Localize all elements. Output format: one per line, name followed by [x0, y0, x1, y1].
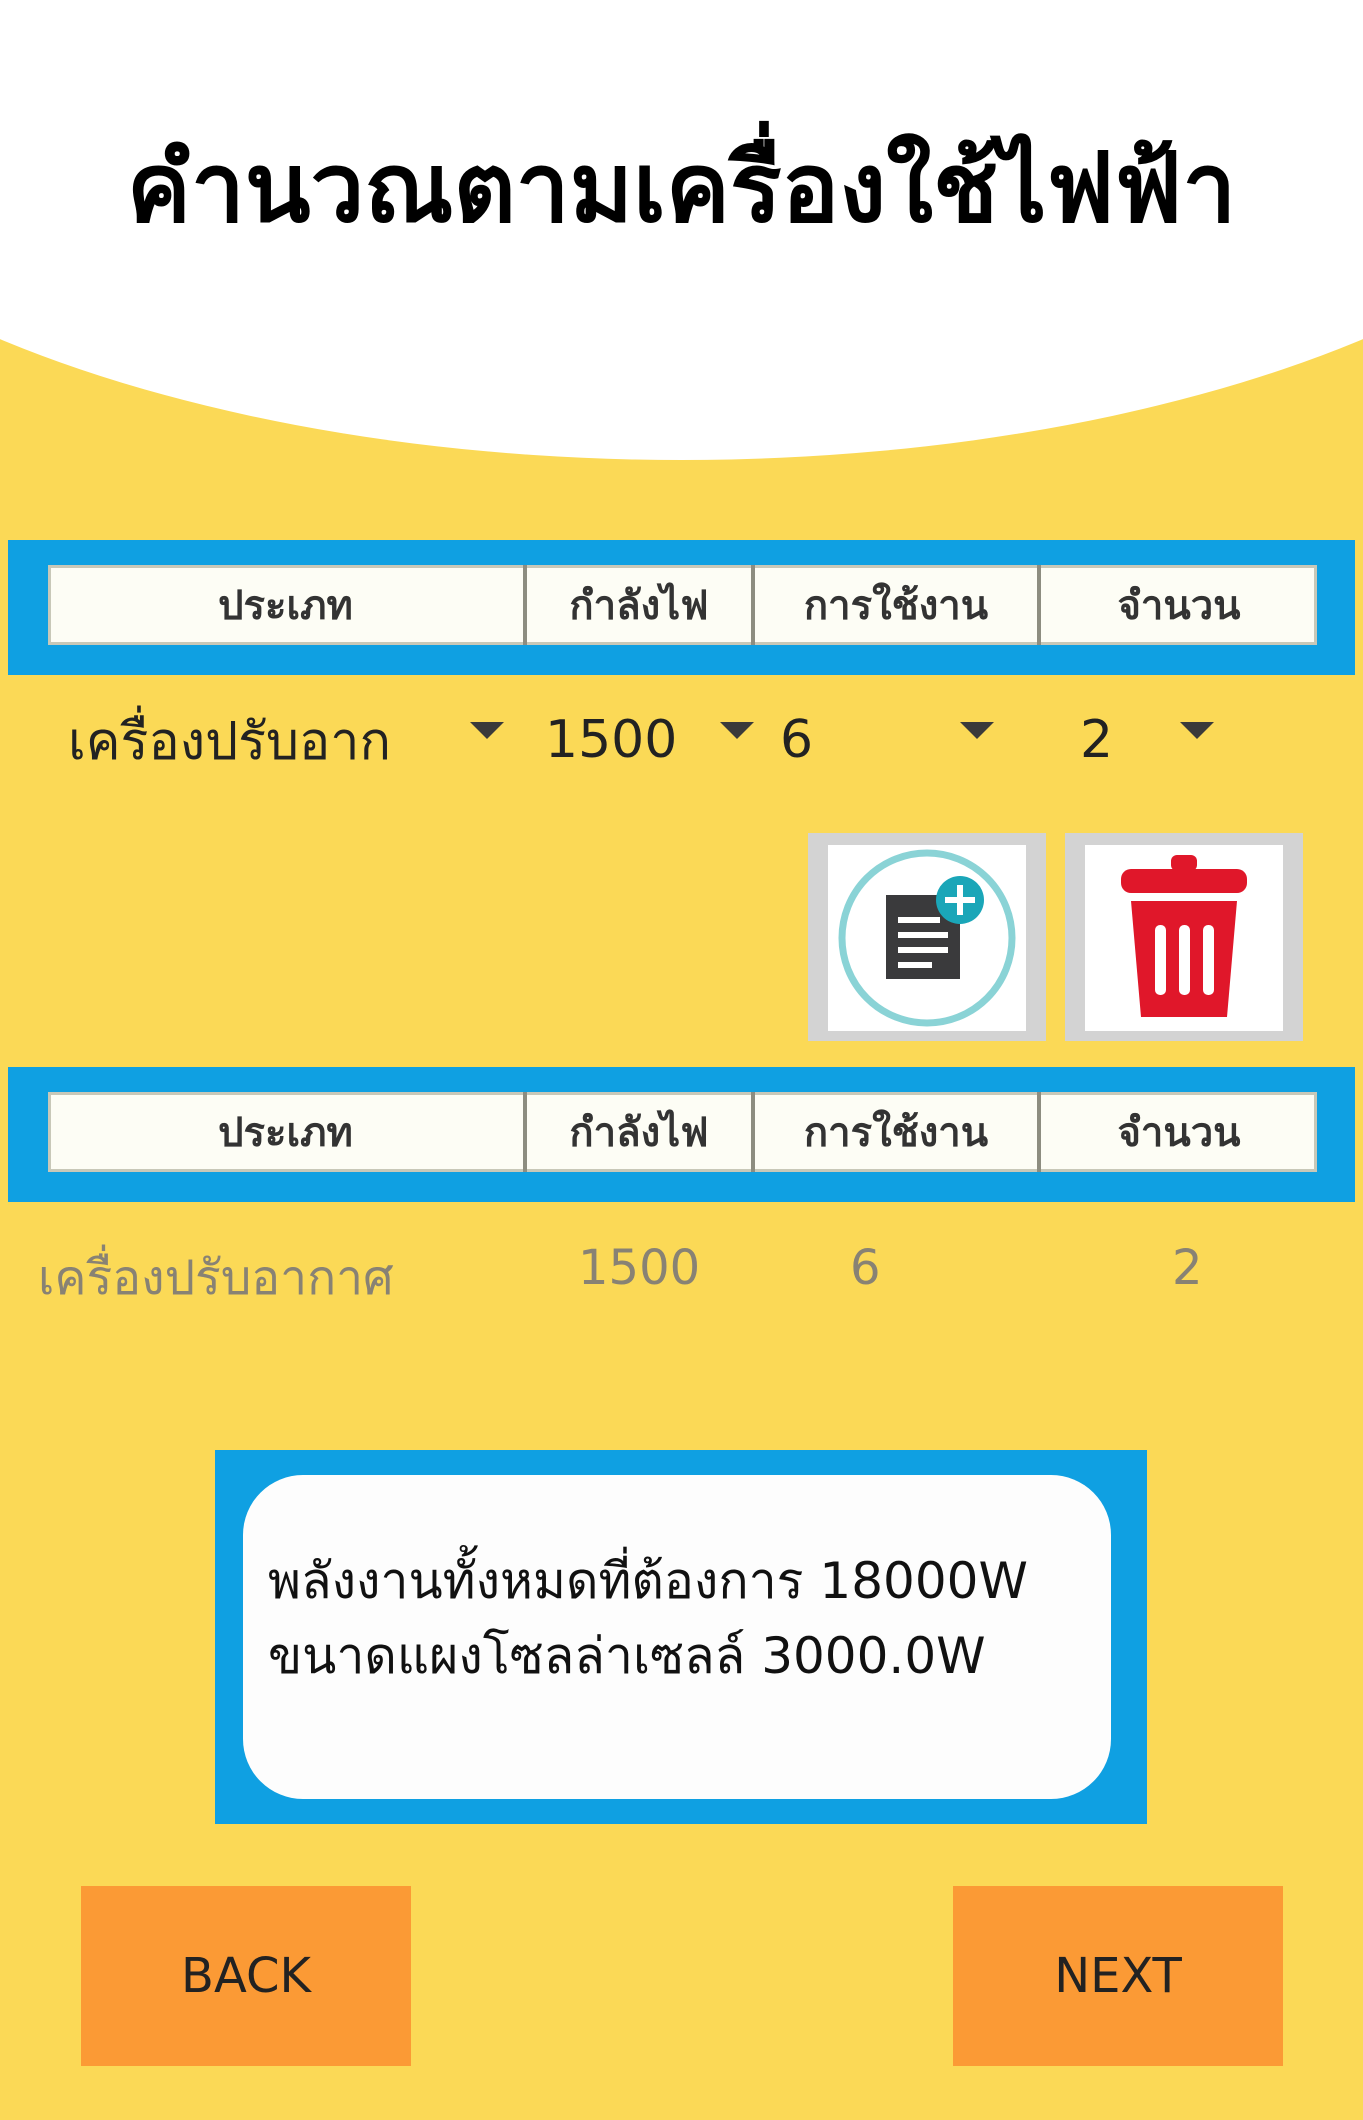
type-dropdown-icon[interactable] [470, 722, 504, 739]
next-button[interactable]: NEXT [953, 1886, 1283, 2066]
list-header-power: กำลังไฟ [527, 1092, 755, 1172]
trash-icon [1121, 855, 1247, 1017]
list-header-type: ประเภท [48, 1092, 527, 1172]
header-quantity: จำนวน [1117, 583, 1241, 629]
header-type: ประเภท [48, 565, 527, 645]
back-button[interactable]: BACK [81, 1886, 411, 2066]
row-power: 1500 [578, 1240, 701, 1296]
row-type: เครื่องปรับอากาศ [38, 1250, 394, 1306]
total-energy-text: พลังงานทั้งหมดที่ต้องการ 18000W [268, 1552, 1028, 1610]
delete-button[interactable] [1065, 833, 1303, 1041]
row-quantity: 2 [1172, 1240, 1203, 1296]
add-note-icon [838, 849, 1016, 1027]
header-power: กำลังไฟ [527, 565, 755, 645]
list-header-usage: การใช้งาน [755, 1092, 1041, 1172]
header-usage: การใช้งาน [755, 565, 1041, 645]
result-panel: พลังงานทั้งหมดที่ต้องการ 18000W ขนาดแผงโ… [215, 1450, 1147, 1824]
page-title: คำนวณตามเครื่องใช้ไฟฟ้า [126, 132, 1237, 244]
input-table-header: ประเภท กำลังไฟ การใช้งาน จำนวน [8, 540, 1355, 675]
add-button[interactable] [808, 833, 1046, 1041]
power-dropdown-icon[interactable] [720, 722, 754, 739]
quantity-dropdown-icon[interactable] [1180, 722, 1214, 739]
solar-panel-size-text: ขนาดแผงโซลล่าเซลล์ 3000.0W [268, 1627, 986, 1685]
usage-dropdown-icon[interactable] [960, 722, 994, 739]
quantity-spinner[interactable]: 2 [1080, 700, 1113, 780]
row-usage: 6 [850, 1240, 881, 1296]
type-spinner[interactable]: เครื่องปรับอาก [68, 700, 428, 780]
usage-spinner[interactable]: 6 [780, 700, 813, 780]
list-table-header: ประเภท กำลังไฟ การใช้งาน จำนวน [8, 1067, 1355, 1202]
power-spinner[interactable]: 1500 [545, 700, 677, 780]
list-header-quantity: จำนวน [1117, 1110, 1241, 1156]
